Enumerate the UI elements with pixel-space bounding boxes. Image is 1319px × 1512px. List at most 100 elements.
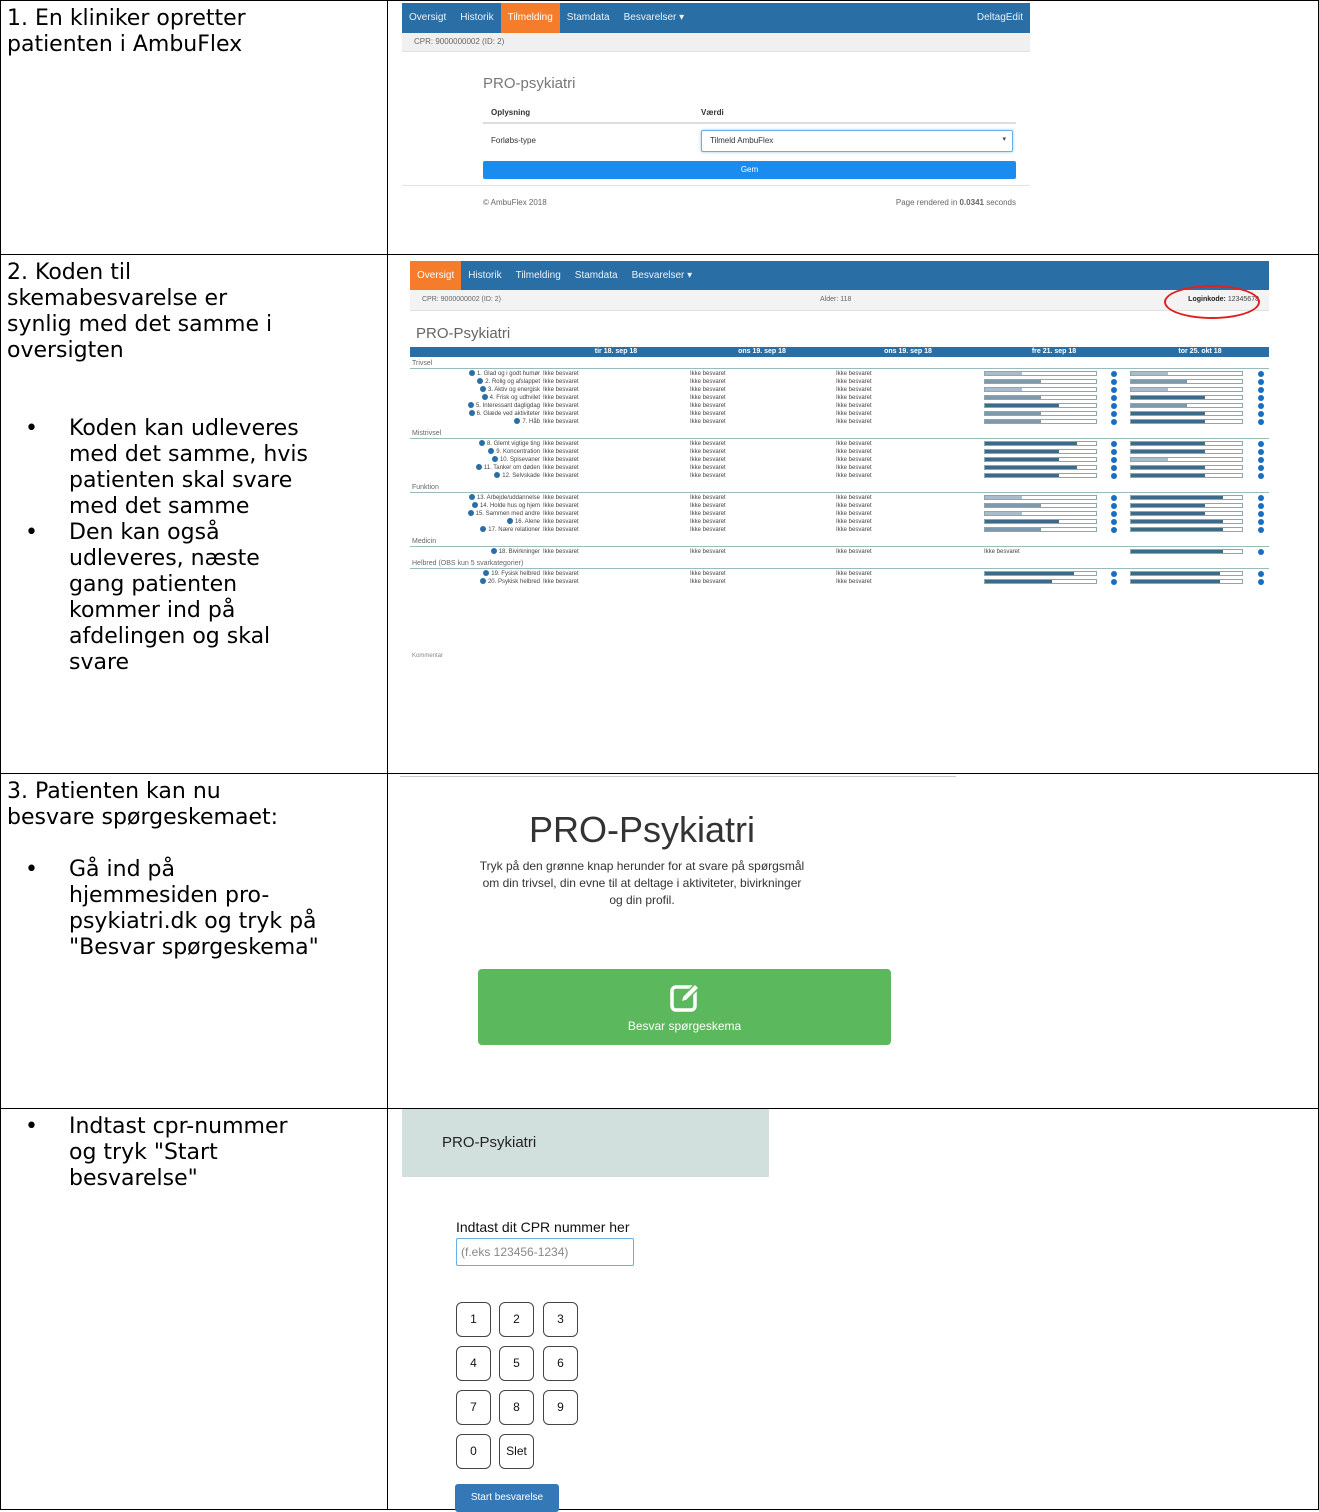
nav-stamdata[interactable]: Stamdata	[560, 3, 617, 33]
nav-historik[interactable]: Historik	[453, 3, 500, 33]
question-label[interactable]: 6. Glæde ved aktiviteter	[410, 409, 540, 418]
forloebs-type-select[interactable]: Tilmeld AmbuFlex ▾	[701, 130, 1013, 152]
help-icon[interactable]	[1111, 418, 1117, 425]
help-icon[interactable]	[1111, 518, 1117, 525]
keypad-6[interactable]: 6	[543, 1346, 578, 1382]
question-label[interactable]: 2. Rolig og afslappet	[410, 377, 540, 386]
nav-besvarelser[interactable]: Besvarelser ▾	[617, 3, 692, 33]
info-icon[interactable]	[468, 409, 475, 416]
info-icon[interactable]	[491, 455, 498, 462]
help-icon[interactable]	[1111, 410, 1117, 417]
question-label[interactable]: 15. Sammen med andre	[410, 509, 540, 518]
info-icon[interactable]	[468, 493, 475, 500]
question-label[interactable]: 19. Fysisk helbred	[410, 569, 540, 578]
help-icon[interactable]	[1111, 510, 1117, 517]
nav-oversigt[interactable]: Oversigt	[410, 260, 462, 290]
question-label[interactable]: 12. Selvskade	[410, 471, 540, 480]
help-icon[interactable]	[1258, 456, 1264, 463]
question-label[interactable]: 11. Tanker om døden	[410, 463, 540, 472]
question-label[interactable]: 8. Glemt vigtige ting	[410, 439, 540, 448]
help-icon[interactable]	[1258, 448, 1264, 455]
help-icon[interactable]	[1258, 502, 1264, 509]
info-icon[interactable]	[475, 463, 482, 470]
info-icon[interactable]	[480, 525, 487, 532]
keypad-7[interactable]: 7	[456, 1390, 491, 1426]
question-label[interactable]: 5. Interessant dagligdag	[410, 401, 540, 410]
question-label[interactable]: 17. Nære relationer	[410, 525, 540, 534]
help-icon[interactable]	[1258, 464, 1264, 471]
help-icon[interactable]	[1258, 370, 1264, 377]
nav-deltag-edit[interactable]: DeltagEdit	[970, 3, 1030, 33]
help-icon[interactable]	[1258, 578, 1264, 585]
info-icon[interactable]	[483, 569, 490, 576]
help-icon[interactable]	[1111, 440, 1117, 447]
help-icon[interactable]	[1111, 394, 1117, 401]
question-label[interactable]: 18. Bivirkninger	[410, 547, 540, 556]
help-icon[interactable]	[1258, 386, 1264, 393]
help-icon[interactable]	[1111, 386, 1117, 393]
help-icon[interactable]	[1258, 510, 1264, 517]
help-icon[interactable]	[1258, 410, 1264, 417]
nav-oversigt[interactable]: Oversigt	[402, 3, 453, 33]
question-label[interactable]: 9. Koncentration	[410, 447, 540, 456]
help-icon[interactable]	[1111, 448, 1117, 455]
help-icon[interactable]	[1258, 518, 1264, 525]
info-icon[interactable]	[506, 517, 513, 524]
nav-stamdata[interactable]: Stamdata	[568, 261, 625, 290]
info-icon[interactable]	[494, 471, 501, 478]
keypad-4[interactable]: 4	[456, 1346, 491, 1382]
help-icon[interactable]	[1258, 472, 1264, 479]
help-icon[interactable]	[1258, 440, 1264, 447]
help-icon[interactable]	[1111, 472, 1117, 479]
start-besvarelse-button[interactable]: Start besvarelse	[455, 1484, 559, 1512]
help-icon[interactable]	[1258, 494, 1264, 501]
help-icon[interactable]	[1111, 402, 1117, 409]
help-icon[interactable]	[1258, 418, 1264, 425]
question-label[interactable]: 4. Frisk og udhvilet	[410, 393, 540, 402]
question-label[interactable]: 1. Glad og i godt humør	[410, 369, 540, 378]
question-label[interactable]: 3. Aktiv og energisk	[410, 385, 540, 394]
help-icon[interactable]	[1258, 570, 1264, 577]
info-icon[interactable]	[488, 447, 495, 454]
info-icon[interactable]	[471, 501, 478, 508]
help-icon[interactable]	[1111, 570, 1117, 577]
info-icon[interactable]	[468, 369, 475, 376]
nav-tilmelding[interactable]: Tilmelding	[500, 3, 560, 33]
info-icon[interactable]	[467, 509, 474, 516]
keypad-2[interactable]: 2	[499, 1302, 534, 1338]
besvar-spoergeskema-button[interactable]: Besvar spørgeskema	[478, 968, 891, 1045]
keypad-0[interactable]: 0	[456, 1434, 491, 1470]
help-icon[interactable]	[1111, 370, 1117, 377]
question-label[interactable]: 14. Holde hus og hjem	[410, 501, 540, 510]
help-icon[interactable]	[1111, 456, 1117, 463]
help-icon[interactable]	[1111, 378, 1117, 385]
question-label[interactable]: 16. Alene	[410, 517, 540, 526]
info-icon[interactable]	[467, 401, 474, 408]
info-icon[interactable]	[477, 377, 484, 384]
keypad-slet[interactable]: Slet	[499, 1434, 534, 1470]
keypad-3[interactable]: 3	[543, 1302, 578, 1338]
nav-tilmelding[interactable]: Tilmelding	[509, 261, 568, 290]
question-label[interactable]: 10. Spisevaner	[410, 455, 540, 464]
keypad-5[interactable]: 5	[499, 1346, 534, 1382]
help-icon[interactable]	[1111, 526, 1117, 533]
help-icon[interactable]	[1258, 526, 1264, 533]
cpr-input[interactable]	[456, 1238, 634, 1267]
help-icon[interactable]	[1258, 378, 1264, 385]
question-label[interactable]: 7. Håb	[410, 417, 540, 426]
info-icon[interactable]	[514, 417, 521, 424]
info-icon[interactable]	[481, 393, 488, 400]
info-icon[interactable]	[479, 577, 486, 584]
info-icon[interactable]	[490, 547, 497, 554]
info-icon[interactable]	[478, 439, 485, 446]
help-icon[interactable]	[1258, 402, 1264, 409]
nav-historik[interactable]: Historik	[461, 261, 508, 290]
help-icon[interactable]	[1111, 578, 1117, 585]
keypad-8[interactable]: 8	[499, 1390, 534, 1426]
help-icon[interactable]	[1111, 464, 1117, 471]
nav-besvarelser[interactable]: Besvarelser ▾	[625, 261, 700, 290]
question-label[interactable]: 13. Arbejde/uddannelse	[410, 493, 540, 502]
keypad-9[interactable]: 9	[543, 1390, 578, 1426]
help-icon[interactable]	[1258, 548, 1264, 555]
help-icon[interactable]	[1111, 494, 1117, 501]
